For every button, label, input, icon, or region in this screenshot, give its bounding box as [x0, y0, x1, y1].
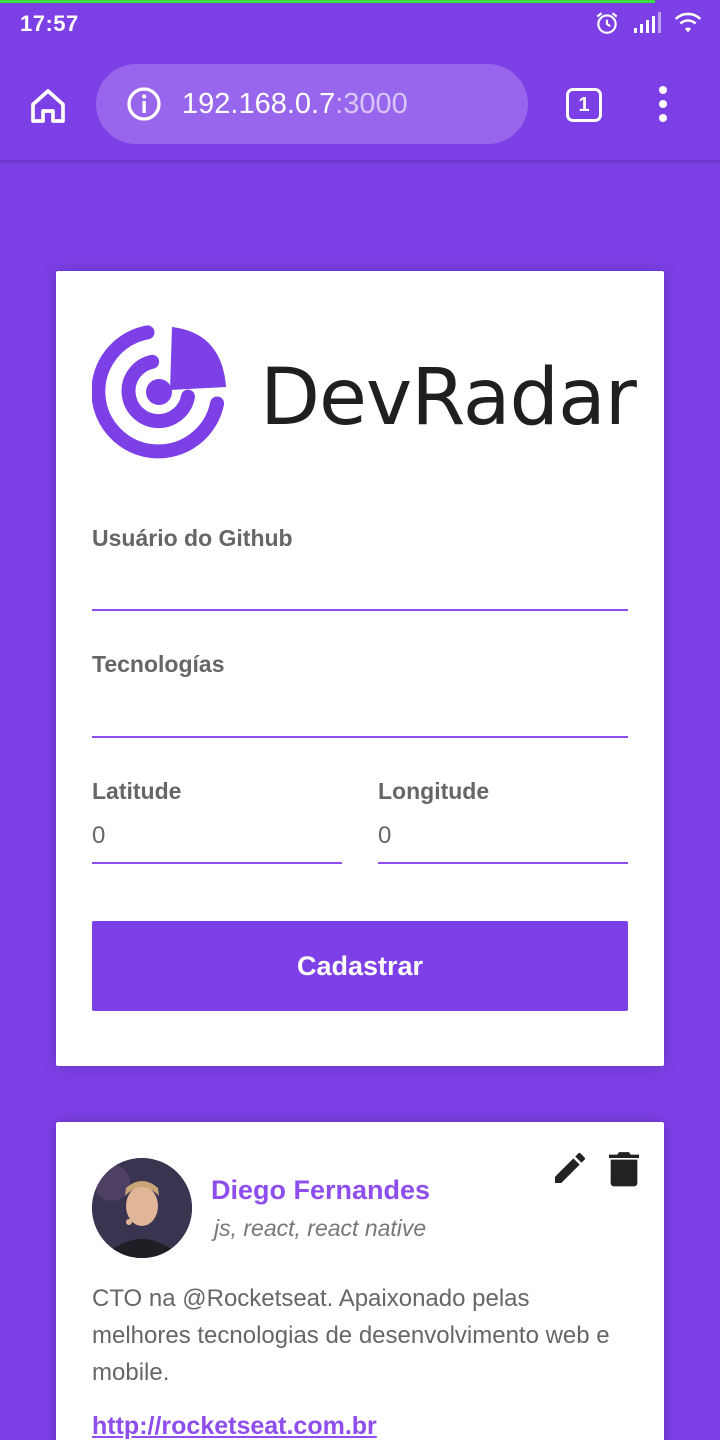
- pencil-icon: [555, 1152, 585, 1183]
- status-bar: 17:57: [0, 0, 720, 48]
- dev-profile-link[interactable]: http://rocketseat.com.br: [92, 1412, 377, 1440]
- latitude-input[interactable]: 0: [92, 822, 342, 858]
- home-button[interactable]: [24, 82, 72, 130]
- dev-name: Diego Fernandes: [211, 1175, 431, 1205]
- info-icon[interactable]: [126, 86, 162, 122]
- avatar: [92, 1158, 192, 1258]
- status-icons: [594, 10, 702, 36]
- more-menu-button[interactable]: [648, 84, 678, 124]
- tab-switcher-button[interactable]: 1: [566, 88, 602, 122]
- latitude-label: Latitude: [92, 778, 182, 804]
- browser-toolbar: 192.168.0.7:3000 1: [0, 48, 720, 160]
- wifi-icon: [674, 12, 702, 33]
- techs-underline: [92, 736, 628, 738]
- dev-card: Diego Fernandes js, react, react native …: [56, 1122, 664, 1440]
- trash-icon: [609, 1152, 639, 1187]
- devradar-logo-icon: [92, 325, 226, 459]
- techs-label: Tecnologías: [92, 651, 225, 677]
- delete-button[interactable]: [606, 1148, 642, 1188]
- dev-techs: js, react, react native: [214, 1215, 427, 1241]
- home-icon: [31, 89, 65, 123]
- github-user-label: Usuário do Github: [92, 525, 293, 551]
- latitude-underline: [92, 862, 342, 864]
- techs-input[interactable]: [92, 695, 628, 731]
- longitude-label: Longitude: [378, 778, 490, 804]
- submit-button[interactable]: Cadastrar: [92, 921, 628, 1011]
- url-host: 192.168.0.7: [182, 87, 336, 120]
- register-dev-card: DevRadar Usuário do Github Tecnologías L…: [56, 271, 664, 1066]
- dev-bio: CTO na @Rocketseat. Apaixonado pelas mel…: [92, 1285, 610, 1386]
- edit-button[interactable]: [550, 1148, 590, 1188]
- url-port: :3000: [335, 87, 408, 120]
- longitude-input[interactable]: 0: [378, 822, 628, 858]
- url-bar[interactable]: 192.168.0.7:3000: [96, 64, 528, 144]
- alarm-icon: [596, 12, 618, 34]
- github-user-input[interactable]: [92, 569, 628, 605]
- signal-icon: [634, 12, 661, 33]
- page-load-progress: [0, 0, 655, 3]
- longitude-underline: [378, 862, 628, 864]
- brand-title: DevRadar: [260, 353, 637, 443]
- github-user-underline: [92, 609, 628, 611]
- status-clock: 17:57: [20, 11, 79, 36]
